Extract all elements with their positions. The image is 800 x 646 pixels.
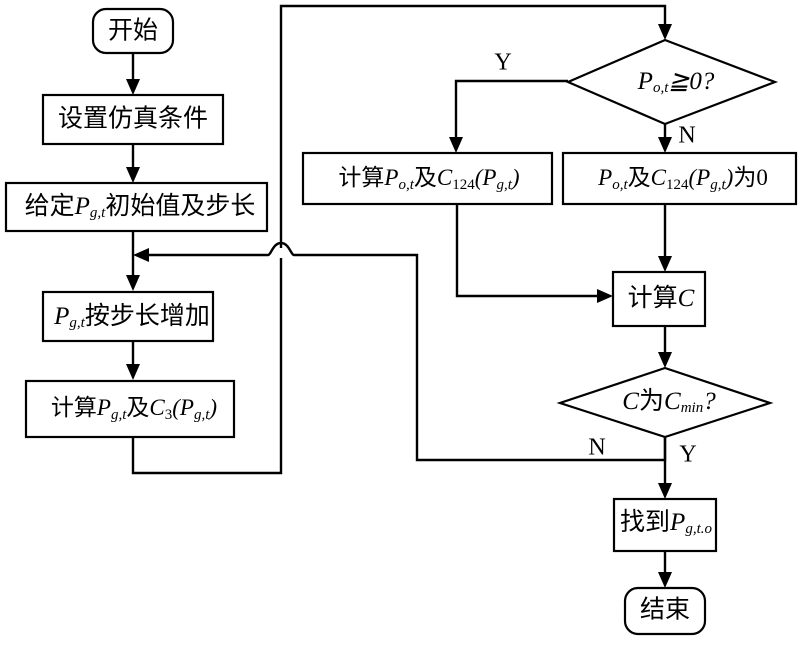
- branch-label-cmin-yes: Y: [679, 442, 696, 468]
- node-set-conditions[interactable]: 设置仿真条件: [41, 93, 225, 146]
- edge-found-to-end: [658, 551, 672, 588]
- set-zero-close: ): [724, 165, 734, 190]
- edge-decision-yes: [449, 79, 568, 153]
- decision-cmin-sub2: min: [681, 400, 704, 416]
- found-prefix: 找到: [620, 508, 670, 536]
- decision-pot-value: 0?: [689, 68, 715, 95]
- edge-decision-no: [658, 124, 672, 153]
- calc-pot-c124-sub2: 124: [452, 177, 475, 193]
- node-start[interactable]: 开始: [91, 7, 175, 55]
- calc-c-var: C: [678, 285, 695, 312]
- decision-pot-var: P: [637, 68, 653, 95]
- set-conditions-label: 设置仿真条件: [58, 105, 208, 133]
- found-var: P: [669, 509, 685, 536]
- calc-c-prefix: 计算: [628, 284, 678, 312]
- increment-step-var: P: [53, 303, 69, 330]
- node-set-zero[interactable]: Po,t及C124(Pg,t)为0: [554, 151, 800, 206]
- calc-pot-c124-prefix: 计算: [338, 165, 384, 190]
- edge-given-to-increment: [126, 231, 140, 291]
- edge-start-to-set: [126, 53, 140, 95]
- set-zero-var3: P: [695, 165, 710, 190]
- node-increment-step[interactable]: Pg,t按步长增加: [10, 290, 246, 343]
- calc-pg-c3-sub1: g,t: [111, 407, 127, 423]
- edge-cmin-yes: [658, 437, 672, 499]
- calc-pot-c124-var3: P: [481, 165, 496, 190]
- given-initial-prefix: 给定: [25, 192, 75, 220]
- decision-pot-op: ≧: [668, 68, 690, 95]
- set-zero-sub3: g,t: [710, 177, 726, 193]
- edge-set-to-given: [126, 144, 140, 183]
- decision-cmin-mid: 为: [639, 387, 664, 415]
- node-end[interactable]: 结束: [623, 586, 707, 636]
- calc-pg-c3-sub3: g,t: [194, 407, 210, 423]
- set-zero-mid: 及: [628, 165, 651, 190]
- given-initial-suffix: 初始值及步长: [105, 192, 255, 220]
- start-label: 开始: [108, 17, 158, 45]
- calc-pg-c3-prefix: 计算: [51, 395, 97, 420]
- calc-c-label: 计算C: [584, 284, 731, 312]
- found-sub: g,t.o: [685, 521, 712, 537]
- calc-pg-c3-sub2: 3: [165, 407, 173, 423]
- given-initial-sub: g,t: [90, 205, 106, 221]
- calc-pg-c3-var2: C: [149, 395, 165, 420]
- edge-zero-to-calcc: [658, 204, 672, 272]
- node-calc-c[interactable]: 计算C: [584, 270, 731, 328]
- calc-pot-c124-mid: 及: [414, 165, 437, 190]
- calc-pot-c124-sub1: o,t: [398, 177, 414, 193]
- edge-increment-to-calc: [126, 341, 140, 380]
- node-calc-pg-c3[interactable]: 计算Pg,t及C3(Pg,t): [7, 379, 253, 439]
- flowchart-svg: 开始 设置仿真条件 给定Pg,t初始值及步长 Pg,t按步长增加 计算Pg,t及…: [0, 4, 800, 636]
- node-layer: 开始 设置仿真条件 给定Pg,t初始值及步长 Pg,t按步长增加 计算Pg,t及…: [0, 7, 800, 636]
- given-initial-var: P: [74, 193, 90, 220]
- calc-pg-c3-var1: P: [96, 395, 111, 420]
- node-given-initial[interactable]: 给定Pg,t初始值及步长: [0, 181, 291, 233]
- found-label: 找到Pg,t.o: [576, 508, 748, 538]
- calc-pot-c124-var2: C: [437, 165, 453, 190]
- set-zero-suffix: 为0: [733, 165, 768, 190]
- set-zero-sub1: o,t: [612, 177, 628, 193]
- node-decision-cmin[interactable]: C为Cmin?: [556, 366, 774, 439]
- given-initial-label: 给定Pg,t初始值及步长: [0, 192, 291, 222]
- decision-cmin-var2: C: [664, 388, 681, 415]
- decision-pot-sub: o,t: [653, 80, 669, 96]
- set-zero-sub2: 124: [666, 177, 689, 193]
- decision-cmin-suffix: ?: [703, 388, 716, 415]
- calc-pg-c3-mid: 及: [126, 395, 149, 420]
- node-found[interactable]: 找到Pg,t.o: [576, 497, 748, 553]
- calc-pot-c124-close: ): [510, 165, 520, 190]
- calc-pot-c124-sub3: g,t: [496, 177, 512, 193]
- set-zero-var1: P: [597, 165, 612, 190]
- edge-c124-to-calcc: [455, 204, 613, 303]
- flowchart-canvas: 开始 设置仿真条件 给定Pg,t初始值及步长 Pg,t按步长增加 计算Pg,t及…: [0, 0, 800, 646]
- decision-cmin-var1: C: [622, 388, 639, 415]
- branch-label-cmin-no: N: [588, 435, 605, 461]
- edge-calcc-to-cmin: [658, 326, 672, 368]
- branch-label-pot-no: N: [678, 123, 695, 149]
- node-decision-pot[interactable]: Po,t≧0?: [565, 38, 779, 126]
- calc-pg-c3-close: ): [207, 395, 217, 420]
- end-label: 结束: [640, 596, 690, 624]
- increment-step-suffix: 按步长增加: [85, 302, 210, 330]
- increment-step-sub: g,t: [69, 315, 85, 331]
- set-zero-var2: C: [651, 165, 667, 190]
- calc-pot-c124-var1: P: [383, 165, 398, 190]
- calc-pg-c3-var3: P: [179, 395, 194, 420]
- node-calc-pot-c124[interactable]: 计算Po,t及C124(Pg,t): [294, 151, 555, 206]
- branch-label-pot-yes: Y: [494, 50, 511, 76]
